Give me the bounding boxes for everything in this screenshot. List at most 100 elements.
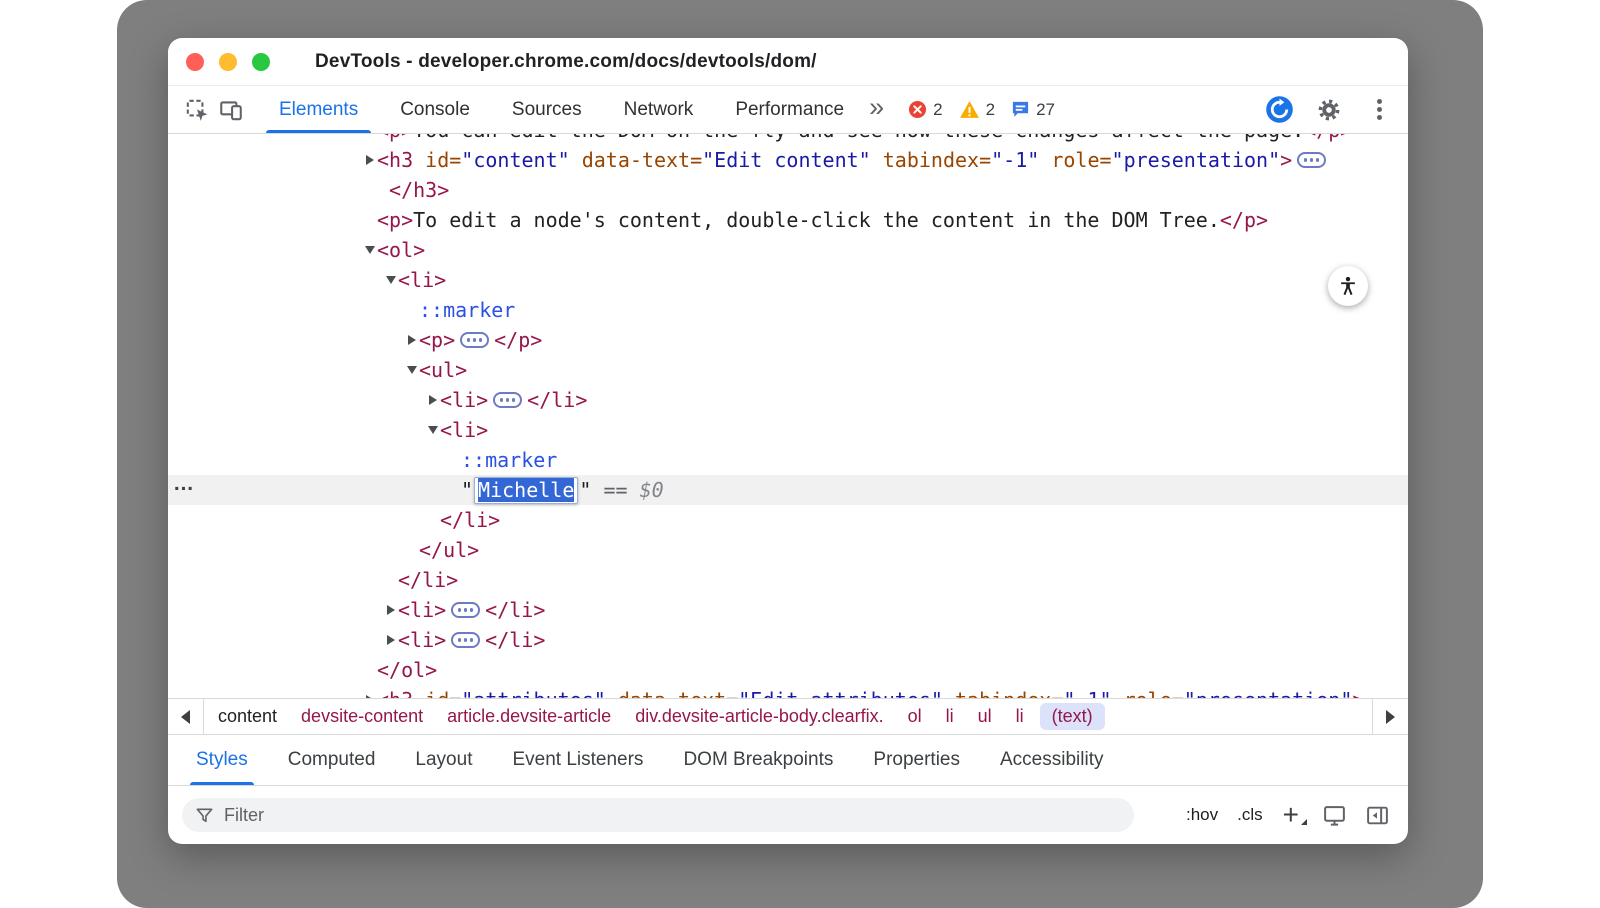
breadcrumb-item[interactable]: ul [966,706,1004,727]
tree-row[interactable]: </li> [168,565,1408,595]
breadcrumb-item[interactable]: li [1004,706,1036,727]
tree-row[interactable]: <li></li> [168,625,1408,655]
tree-row[interactable]: <p>You can edit the DOM on the fly and s… [168,134,1408,145]
tab-sources[interactable]: Sources [491,86,603,133]
tree-indent [168,640,384,641]
inline-expand-icon[interactable] [460,332,489,348]
zoom-window-button[interactable] [252,53,270,71]
tab-network[interactable]: Network [603,86,715,133]
styles-toolbar-controls: :hov .cls + [1181,798,1394,832]
tree-row[interactable]: <li></li> [168,595,1408,625]
tree-row[interactable]: <h3 id="attributes" data-text="Edit attr… [168,685,1408,698]
page-backdrop: DevTools - developer.chrome.com/docs/dev… [117,0,1483,908]
error-count: 2 [933,100,942,120]
sync-button[interactable] [1262,93,1296,127]
tree-row[interactable]: </ul> [168,535,1408,565]
tree-segment: </li> [485,598,545,622]
breadcrumb-item[interactable]: content [206,706,289,727]
breadcrumb-item[interactable]: article.devsite-article [435,706,623,727]
breadcrumb-item[interactable]: (text) [1040,703,1105,730]
tab-performance[interactable]: Performance [714,86,865,133]
expand-triangle-icon[interactable] [426,395,440,405]
close-window-button[interactable] [186,53,204,71]
tree-segment: tabindex= [871,148,991,172]
tree-row[interactable]: ::marker [168,445,1408,475]
tree-segment: <li> [440,418,488,442]
tree-row[interactable]: <h3 id="content" data-text="Edit content… [168,145,1408,175]
expand-triangle-icon[interactable] [384,605,398,615]
more-tabs-button[interactable]: » [869,92,884,123]
tree-row[interactable]: <li> [168,415,1408,445]
error-badge[interactable]: 2 [908,100,942,120]
tree-row[interactable]: </h3> [168,175,1408,205]
settings-button[interactable] [1312,93,1346,127]
tree-indent [168,190,363,191]
tree-indent [168,250,363,251]
text-edit-box[interactable]: Michelle [474,477,578,504]
tree-row[interactable]: <li> [168,265,1408,295]
tree-row[interactable]: </li> [168,505,1408,535]
accessibility-helper-button[interactable] [1328,266,1368,306]
tree-segment: <ol> [377,238,425,262]
messages-badge[interactable]: 27 [1011,100,1055,120]
plus-label: + [1283,799,1299,830]
tree-row[interactable]: <ul> [168,355,1408,385]
tree-segment: "-1" [1063,688,1111,698]
tree-row[interactable]: <p> </p> [168,325,1408,355]
warning-badge[interactable]: 2 [959,100,995,120]
tab-console[interactable]: Console [379,86,491,133]
toggle-device-toolbar-button[interactable] [214,93,248,127]
expand-triangle-icon[interactable] [363,695,377,698]
element-classes-button[interactable]: .cls [1232,801,1268,829]
tree-segment: </p> [1220,208,1268,232]
breadcrumb-item[interactable]: div.devsite-article-body.clearfix. [623,706,895,727]
expand-triangle-icon[interactable] [405,335,419,345]
styles-tabs: StylesComputedLayoutEvent ListenersDOM B… [168,734,1408,786]
tab-computed[interactable]: Computed [268,735,396,785]
tree-segment: <p> [419,328,455,352]
collapse-triangle-icon[interactable] [363,246,377,254]
tree-row[interactable]: …"Michelle" == $0 [168,475,1408,505]
tree-row[interactable]: ::marker [168,295,1408,325]
breadcrumb-scroll-right-button[interactable] [1372,699,1408,734]
toggle-element-state-button[interactable]: :hov [1181,801,1223,829]
expand-triangle-icon[interactable] [384,635,398,645]
new-style-rule-button[interactable]: + [1277,802,1308,828]
tree-row[interactable]: <li></li> [168,385,1408,415]
tree-segment: " [579,478,591,502]
tab-properties[interactable]: Properties [853,735,980,785]
breadcrumb-scroll-left-button[interactable] [168,699,204,734]
tab-dom-breakpoints[interactable]: DOM Breakpoints [663,735,853,785]
tab-styles[interactable]: Styles [176,735,268,785]
expand-triangle-icon[interactable] [363,155,377,165]
breadcrumb-item[interactable]: li [934,706,966,727]
collapse-triangle-icon[interactable] [426,426,440,434]
filter-input[interactable]: Filter [182,798,1134,832]
tree-row[interactable]: <p>To edit a node's content, double-clic… [168,205,1408,235]
inline-expand-icon[interactable] [1297,152,1326,168]
tab-layout[interactable]: Layout [395,735,492,785]
breadcrumb-item[interactable]: ol [896,706,934,727]
show-sidebar-button[interactable] [1360,798,1394,832]
tree-segment: </p> [494,328,542,352]
inline-expand-icon[interactable] [451,632,480,648]
minimize-window-button[interactable] [219,53,237,71]
breadcrumb-item[interactable]: devsite-content [289,706,435,727]
inline-expand-icon[interactable] [493,392,522,408]
row-options-icon[interactable]: … [173,472,195,496]
inline-expand-icon[interactable] [451,602,480,618]
accessibility-person-icon [1337,275,1359,297]
collapse-triangle-icon[interactable] [405,366,419,374]
tab-elements[interactable]: Elements [258,86,379,133]
collapse-triangle-icon[interactable] [384,276,398,284]
tab-event-listeners[interactable]: Event Listeners [492,735,663,785]
tab-accessibility[interactable]: Accessibility [980,735,1123,785]
toggle-rendering-button[interactable] [1317,798,1351,832]
inspect-element-button[interactable] [180,93,214,127]
tree-row[interactable]: <ol> [168,235,1408,265]
menu-button[interactable] [1362,93,1396,127]
tree-indent [168,430,426,431]
tree-row[interactable]: </ol> [168,655,1408,685]
tree-indent [168,610,384,611]
sync-icon [1265,95,1294,124]
